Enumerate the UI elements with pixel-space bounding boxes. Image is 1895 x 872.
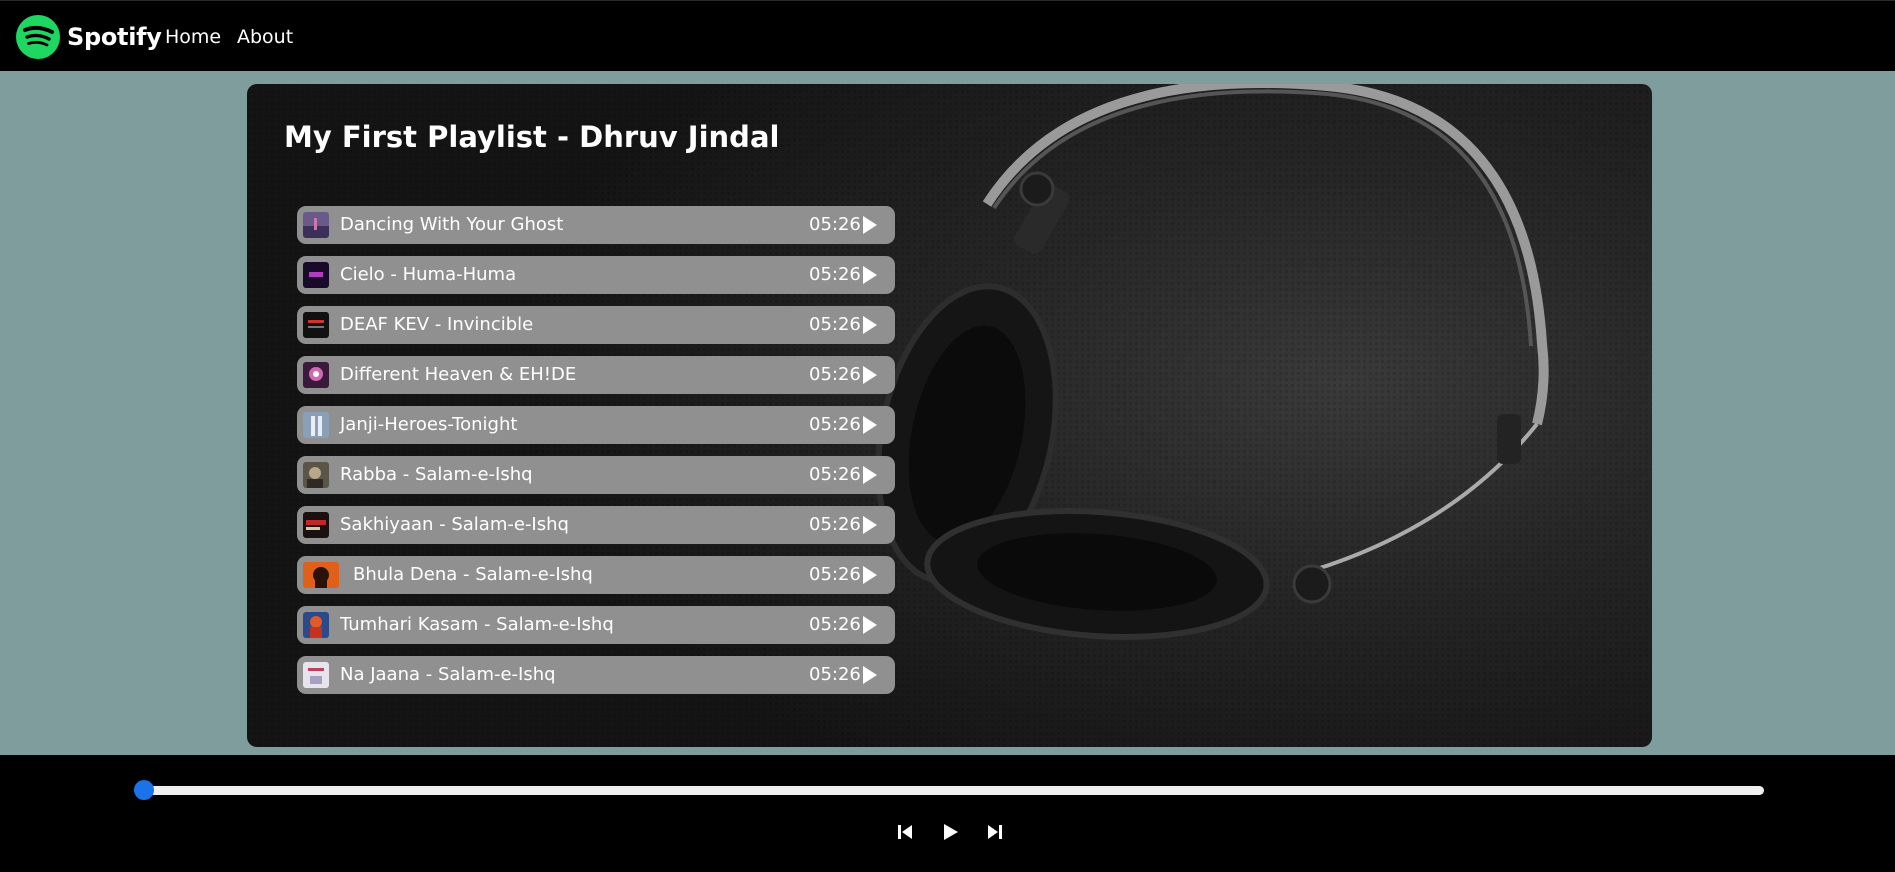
previous-icon[interactable]: [894, 821, 916, 843]
song-duration: 05:26: [809, 614, 861, 635]
song-name: Bhula Dena - Salam-e-Ishq: [353, 564, 593, 585]
song-item[interactable]: Dancing With Your Ghost 05:26: [297, 206, 895, 244]
play-icon[interactable]: [939, 821, 961, 843]
song-name: Different Heaven & EH!DE: [340, 364, 577, 385]
album-art-icon: [303, 462, 329, 488]
spotify-logo-icon[interactable]: [16, 15, 60, 59]
song-name: Dancing With Your Ghost: [340, 214, 564, 235]
play-icon[interactable]: [863, 366, 877, 384]
song-item[interactable]: DEAF KEV - Invincible 05:26: [297, 306, 895, 344]
song-item[interactable]: Cielo - Huma-Huma 05:26: [297, 256, 895, 294]
song-duration: 05:26: [809, 214, 861, 235]
song-duration: 05:26: [809, 364, 861, 385]
playlist-card: My First Playlist - Dhruv Jindal Dancing…: [247, 84, 1652, 747]
song-list: Dancing With Your Ghost 05:26 Cielo - Hu…: [297, 206, 895, 706]
song-name: Tumhari Kasam - Salam-e-Ishq: [340, 614, 614, 635]
play-icon[interactable]: [863, 466, 877, 484]
play-icon[interactable]: [863, 566, 877, 584]
song-name: Cielo - Huma-Huma: [340, 264, 517, 285]
next-icon[interactable]: [984, 821, 1006, 843]
album-art-icon: [303, 562, 339, 588]
play-icon[interactable]: [863, 616, 877, 634]
song-item[interactable]: Tumhari Kasam - Salam-e-Ishq 05:26: [297, 606, 895, 644]
song-duration: 05:26: [809, 414, 861, 435]
album-art-icon: [303, 362, 329, 388]
song-name: Sakhiyaan - Salam-e-Ishq: [340, 514, 569, 535]
playlist-title: My First Playlist - Dhruv Jindal: [284, 120, 780, 154]
song-item[interactable]: Rabba - Salam-e-Ishq 05:26: [297, 456, 895, 494]
song-item[interactable]: Sakhiyaan - Salam-e-Ishq 05:26: [297, 506, 895, 544]
song-item[interactable]: Janji-Heroes-Tonight 05:26: [297, 406, 895, 444]
player-bar: [0, 755, 1895, 872]
play-icon[interactable]: [863, 666, 877, 684]
progress-slider[interactable]: [136, 786, 1764, 795]
song-name: Rabba - Salam-e-Ishq: [340, 464, 533, 485]
song-duration: 05:26: [809, 664, 861, 685]
album-art-icon: [303, 662, 329, 688]
progress-slider-thumb[interactable]: [134, 780, 154, 800]
play-icon[interactable]: [863, 216, 877, 234]
nav-about-link[interactable]: About: [237, 26, 293, 48]
play-icon[interactable]: [863, 316, 877, 334]
album-art-icon: [303, 212, 329, 238]
song-duration: 05:26: [809, 314, 861, 335]
play-icon[interactable]: [863, 266, 877, 284]
brand-name[interactable]: Spotify: [67, 23, 162, 51]
song-duration: 05:26: [809, 564, 861, 585]
nav-home-link[interactable]: Home: [165, 26, 221, 48]
play-icon[interactable]: [863, 516, 877, 534]
song-name: DEAF KEV - Invincible: [340, 314, 534, 335]
song-name: Na Jaana - Salam-e-Ishq: [340, 664, 556, 685]
album-art-icon: [303, 612, 329, 638]
song-item[interactable]: Na Jaana - Salam-e-Ishq 05:26: [297, 656, 895, 694]
song-duration: 05:26: [809, 464, 861, 485]
play-icon[interactable]: [863, 416, 877, 434]
song-name: Janji-Heroes-Tonight: [340, 414, 518, 435]
album-art-icon: [303, 512, 329, 538]
song-duration: 05:26: [809, 264, 861, 285]
song-duration: 05:26: [809, 514, 861, 535]
navbar: Spotify Home About: [0, 0, 1895, 71]
album-art-icon: [303, 312, 329, 338]
album-art-icon: [303, 412, 329, 438]
song-item[interactable]: Bhula Dena - Salam-e-Ishq 05:26: [297, 556, 895, 594]
song-item[interactable]: Different Heaven & EH!DE 05:26: [297, 356, 895, 394]
album-art-icon: [303, 262, 329, 288]
